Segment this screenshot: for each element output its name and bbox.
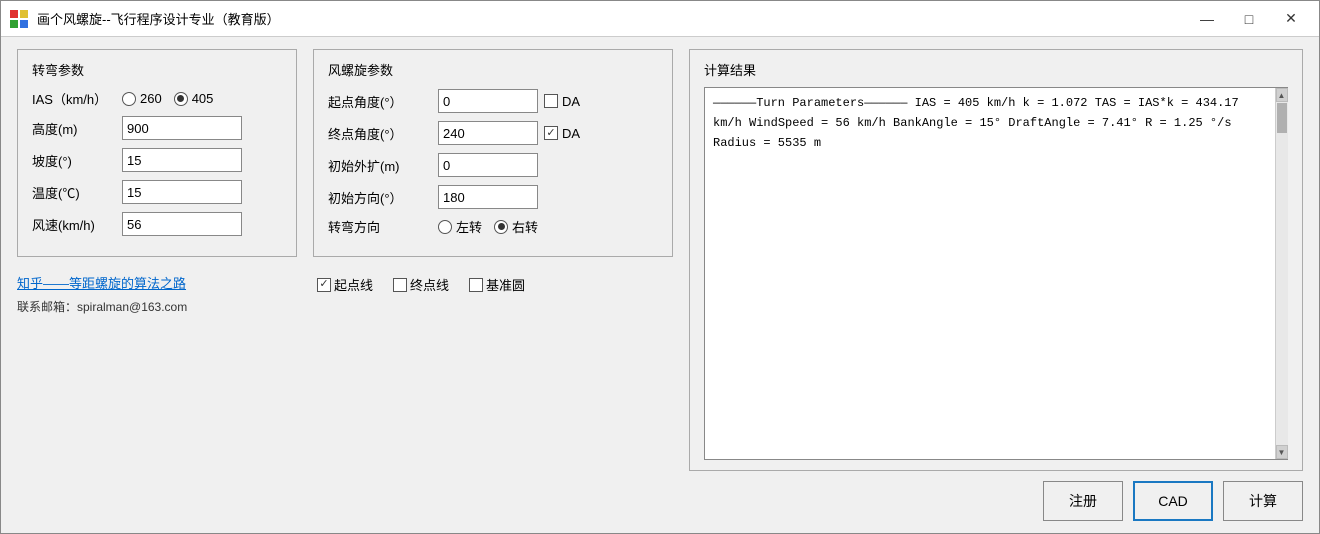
- turn-left-option[interactable]: 左转: [438, 217, 482, 236]
- temp-row: 温度(℃) 15: [32, 180, 282, 204]
- calculate-button[interactable]: 计算: [1223, 481, 1303, 521]
- result-line-8: Radius = 5535 m: [713, 136, 821, 150]
- result-scrollbar[interactable]: ▲ ▼: [1275, 88, 1287, 459]
- email-text: 联系邮箱：spiralman@163.com: [17, 298, 297, 315]
- close-button[interactable]: ✕: [1271, 5, 1311, 33]
- result-line-0: ——————Turn Parameters——————: [713, 96, 907, 110]
- start-line-label: 起点线: [334, 275, 373, 294]
- end-da-cb[interactable]: [544, 126, 558, 140]
- main-window: 画个风螺旋--飞行程序设计专业（教育版） — □ ✕ 转弯参数 IAS（km/h…: [0, 0, 1320, 534]
- start-da-label: DA: [562, 94, 580, 109]
- wind-input[interactable]: 56: [122, 212, 242, 236]
- temp-input[interactable]: 15: [122, 180, 242, 204]
- main-content: 转弯参数 IAS（km/h） 260 405: [1, 37, 1319, 533]
- cad-button[interactable]: CAD: [1133, 481, 1213, 521]
- end-angle-input[interactable]: [438, 121, 538, 145]
- turn-params-title: 转弯参数: [32, 60, 282, 79]
- scroll-up-arrow[interactable]: ▲: [1276, 88, 1288, 102]
- ias-405-label: 405: [192, 91, 214, 106]
- base-circle-label: 基准圆: [486, 275, 525, 294]
- turn-dir-group: 左转 右转: [438, 217, 538, 236]
- ias-radio-group: 260 405: [122, 91, 213, 106]
- window-title: 画个风螺旋--飞行程序设计专业（教育版）: [37, 9, 1187, 28]
- end-da-checkbox[interactable]: DA: [544, 126, 580, 141]
- end-line-label: 终点线: [410, 275, 449, 294]
- link-area: 知乎——等距螺旋的算法之路 联系邮箱：spiralman@163.com: [17, 273, 297, 315]
- bottom-checkboxes: 起点线 终点线 基准圆: [313, 275, 673, 294]
- wind-row: 风速(km/h) 56: [32, 212, 282, 236]
- left-panel: 转弯参数 IAS（km/h） 260 405: [17, 49, 297, 521]
- window-controls: — □ ✕: [1187, 5, 1311, 33]
- turn-right-option[interactable]: 右转: [494, 217, 538, 236]
- start-da-cb[interactable]: [544, 94, 558, 108]
- result-section: 计算结果 ——————Turn Parameters—————— IAS = 4…: [689, 49, 1303, 471]
- base-circle-cb[interactable]: [469, 278, 483, 292]
- altitude-row: 高度(m) 900: [32, 116, 282, 140]
- end-angle-row: 终点角度(°） DA: [328, 121, 658, 145]
- turn-right-label: 右转: [512, 217, 538, 236]
- altitude-label: 高度(m): [32, 119, 122, 138]
- start-da-checkbox[interactable]: DA: [544, 94, 580, 109]
- turn-left-radio[interactable]: [438, 220, 452, 234]
- result-line-4: WindSpeed = 56 km/h: [749, 116, 886, 130]
- wind-label: 风速(km/h): [32, 215, 122, 234]
- temp-label: 温度(℃): [32, 183, 122, 202]
- result-title: 计算结果: [704, 60, 1288, 79]
- altitude-input[interactable]: 900: [122, 116, 242, 140]
- action-buttons: 注册 CAD 计算: [689, 481, 1303, 521]
- spiral-params-section: 风螺旋参数 起点角度(°） DA 终点角度(°） DA: [313, 49, 673, 257]
- spiral-params-title: 风螺旋参数: [328, 60, 658, 79]
- maximize-button[interactable]: □: [1229, 5, 1269, 33]
- result-line-7: R = 1.25 °/s: [1145, 116, 1231, 130]
- zhihu-link[interactable]: 知乎——等距螺旋的算法之路: [17, 276, 186, 291]
- start-angle-row: 起点角度(°） DA: [328, 89, 658, 113]
- turn-dir-label: 转弯方向: [328, 217, 438, 236]
- end-line-cb[interactable]: [393, 278, 407, 292]
- initial-expand-row: 初始外扩(m): [328, 153, 658, 177]
- ias-row: IAS（km/h） 260 405: [32, 89, 282, 108]
- scroll-track: [1276, 102, 1288, 445]
- start-angle-label: 起点角度(°）: [328, 92, 438, 111]
- turn-dir-row: 转弯方向 左转 右转: [328, 217, 658, 236]
- result-line-2: k = 1.072: [1023, 96, 1088, 110]
- app-icon: [9, 9, 29, 29]
- ias-label: IAS（km/h）: [32, 89, 122, 108]
- end-line-checkbox[interactable]: 终点线: [393, 275, 449, 294]
- base-circle-checkbox[interactable]: 基准圆: [469, 275, 525, 294]
- turn-right-radio[interactable]: [494, 220, 508, 234]
- turn-left-label: 左转: [456, 217, 482, 236]
- result-textarea-wrapper: ——————Turn Parameters—————— IAS = 405 km…: [704, 87, 1288, 460]
- bank-label: 坡度(°): [32, 151, 122, 170]
- initial-dir-input[interactable]: [438, 185, 538, 209]
- scroll-down-arrow[interactable]: ▼: [1276, 445, 1288, 459]
- bank-row: 坡度(°) 15: [32, 148, 282, 172]
- scroll-thumb[interactable]: [1277, 103, 1287, 133]
- register-button[interactable]: 注册: [1043, 481, 1123, 521]
- ias-260-option[interactable]: 260: [122, 91, 162, 106]
- initial-dir-label: 初始方向(°）: [328, 188, 438, 207]
- end-angle-label: 终点角度(°）: [328, 124, 438, 143]
- initial-expand-label: 初始外扩(m): [328, 156, 438, 175]
- start-line-cb[interactable]: [317, 278, 331, 292]
- minimize-button[interactable]: —: [1187, 5, 1227, 33]
- result-line-1: IAS = 405 km/h: [915, 96, 1016, 110]
- ias-260-radio[interactable]: [122, 92, 136, 106]
- middle-panel: 风螺旋参数 起点角度(°） DA 终点角度(°） DA: [313, 49, 673, 521]
- start-angle-input[interactable]: [438, 89, 538, 113]
- ias-405-option[interactable]: 405: [174, 91, 214, 106]
- ias-405-radio[interactable]: [174, 92, 188, 106]
- result-line-6: DraftAngle = 7.41°: [1008, 116, 1138, 130]
- right-panel: 计算结果 ——————Turn Parameters—————— IAS = 4…: [689, 49, 1303, 521]
- start-line-checkbox[interactable]: 起点线: [317, 275, 373, 294]
- title-bar: 画个风螺旋--飞行程序设计专业（教育版） — □ ✕: [1, 1, 1319, 37]
- initial-expand-input[interactable]: [438, 153, 538, 177]
- turn-params-section: 转弯参数 IAS（km/h） 260 405: [17, 49, 297, 257]
- bank-input[interactable]: 15: [122, 148, 242, 172]
- initial-dir-row: 初始方向(°）: [328, 185, 658, 209]
- ias-260-label: 260: [140, 91, 162, 106]
- result-content: ——————Turn Parameters—————— IAS = 405 km…: [705, 88, 1275, 459]
- result-line-5: BankAngle = 15°: [893, 116, 1001, 130]
- end-da-label: DA: [562, 126, 580, 141]
